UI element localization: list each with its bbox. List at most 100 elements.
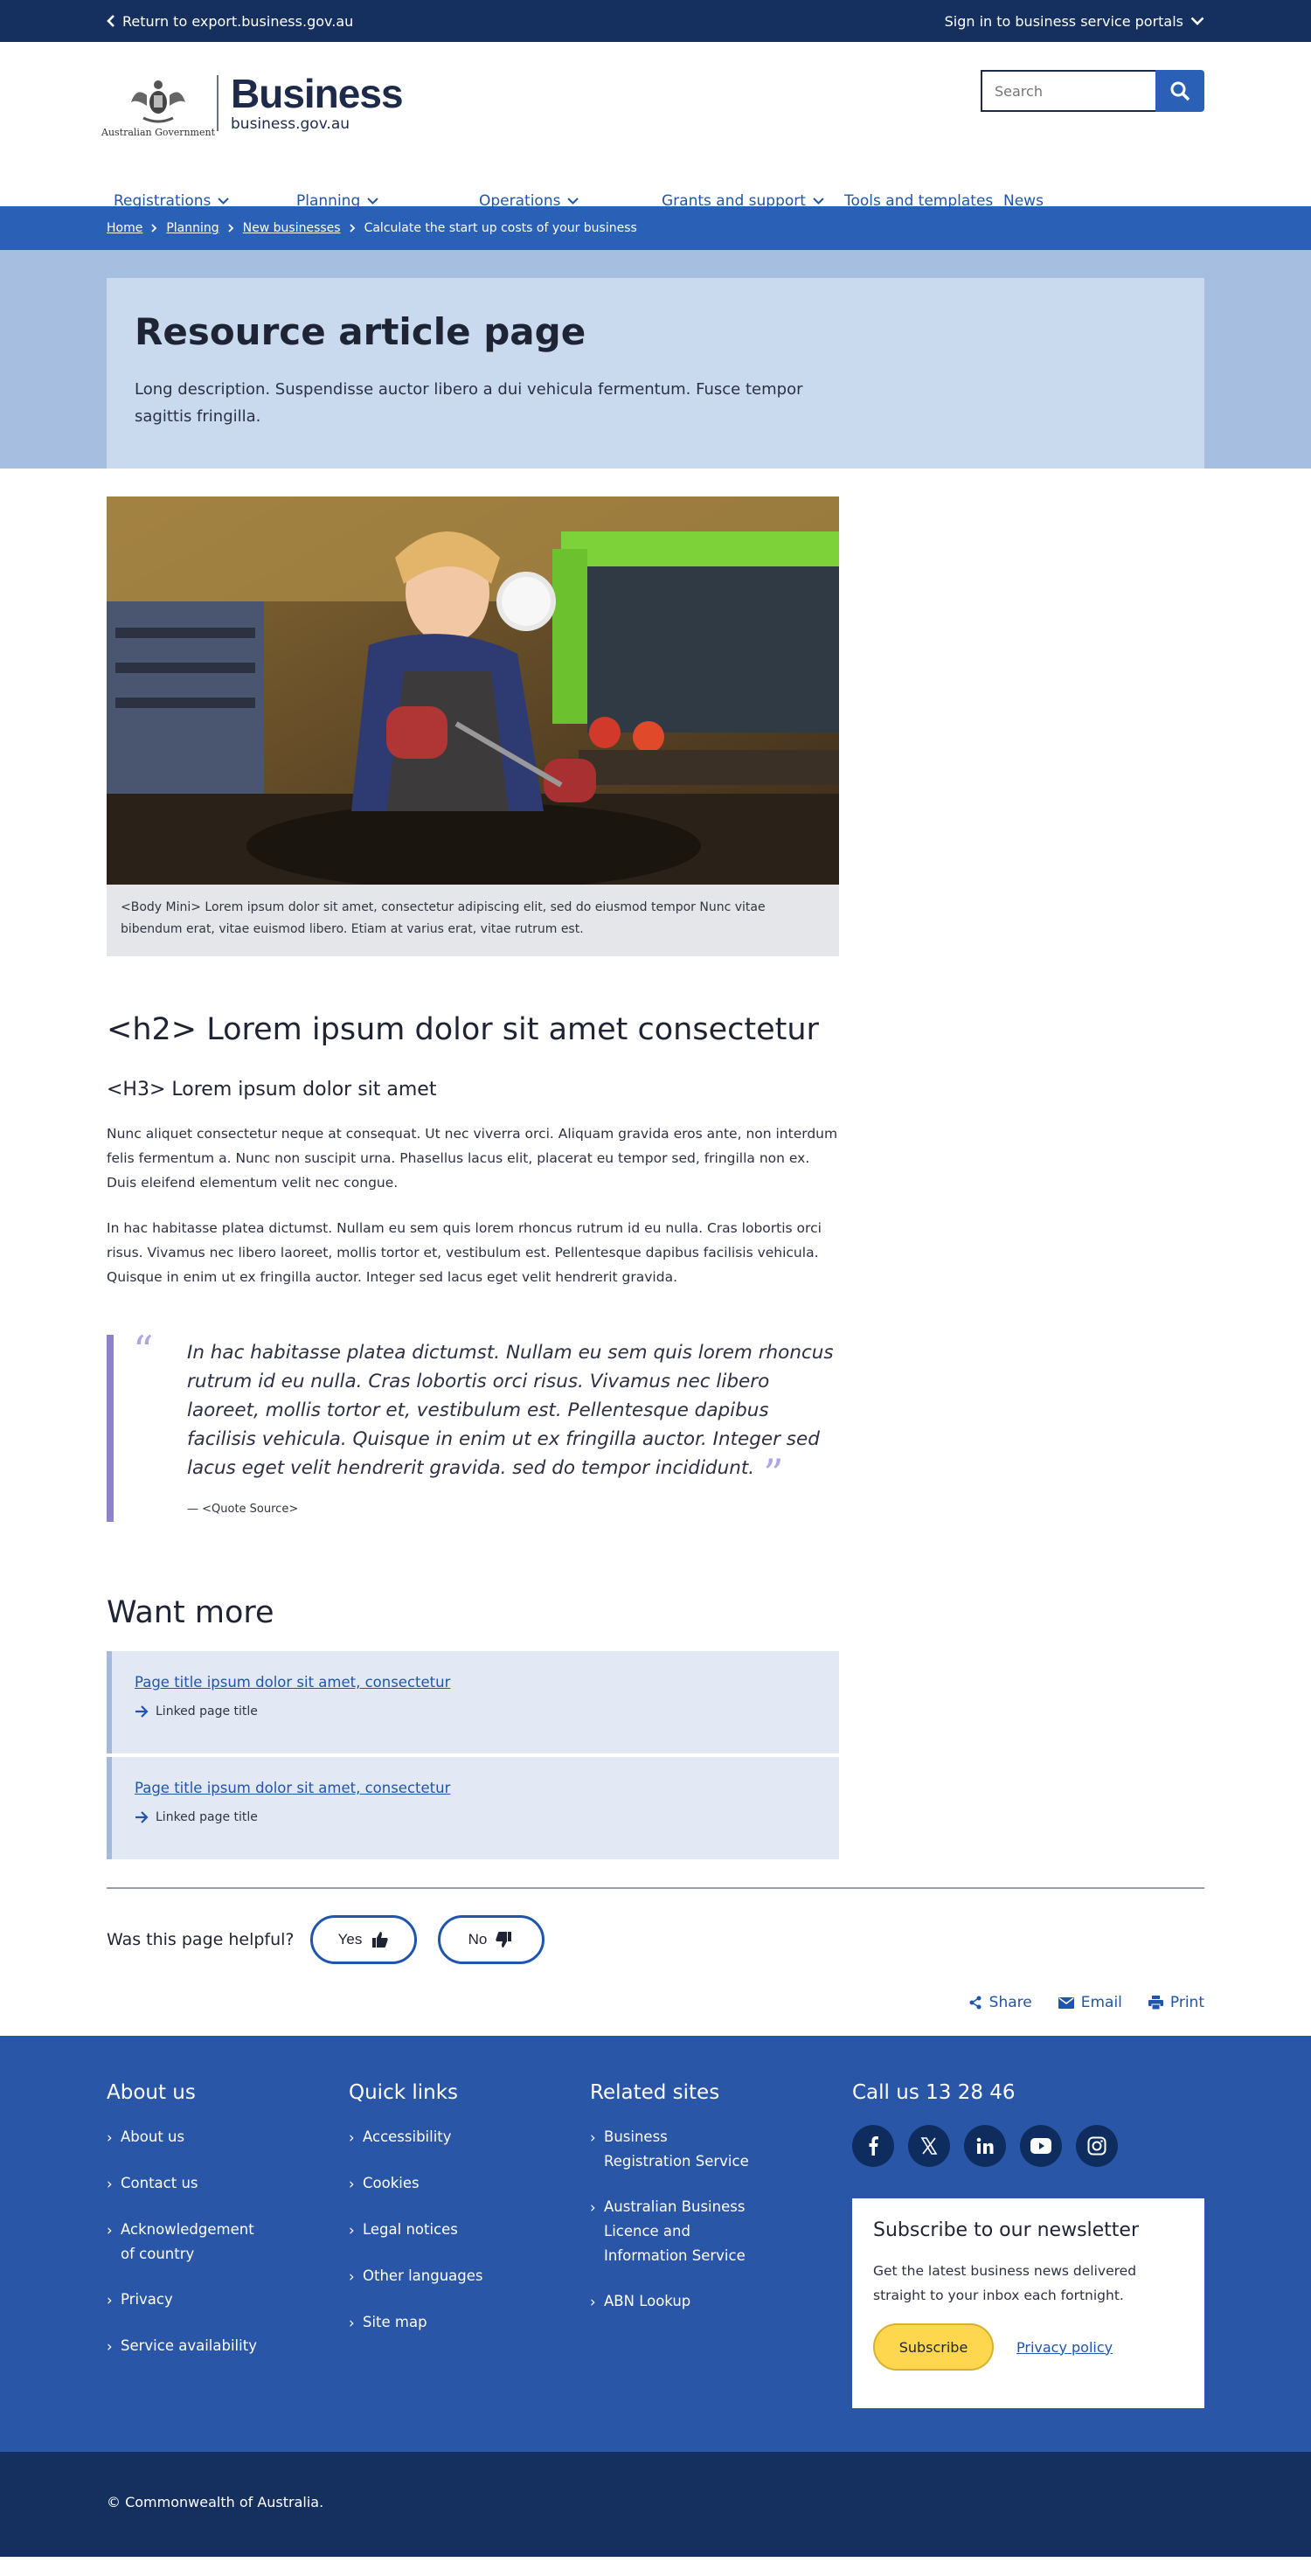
footer-contact: Call us 13 28 46	[852, 2081, 1204, 2167]
newsletter-box: Subscribe to our newsletter Get the late…	[852, 2198, 1204, 2408]
footer-link-label: Australian Business Licence and Informat…	[604, 2198, 746, 2264]
want-more-card[interactable]: Page title ipsum dolor sit amet, consect…	[107, 1757, 839, 1859]
chevron-right-icon: ›	[107, 2129, 113, 2146]
footer-heading: Related sites	[590, 2081, 720, 2104]
footer-link[interactable]: › Cookies	[349, 2171, 541, 2197]
chevron-right-icon: ›	[349, 2268, 355, 2285]
footer-link[interactable]: › Australian Business Licence and Informa…	[590, 2195, 791, 2268]
hero-box: Resource article page Long description. …	[107, 278, 1204, 469]
footer-link-label: Service availability	[121, 2337, 257, 2354]
footer-link[interactable]: › Other languages	[349, 2264, 541, 2289]
share-button[interactable]: Share	[968, 1992, 1032, 2013]
chevron-right-icon: ›	[107, 2222, 113, 2239]
hero-banner: Resource article page Long description. …	[0, 250, 1311, 469]
return-label: Return to export.business.gov.au	[122, 12, 354, 30]
footer-link[interactable]: › Service availability	[107, 2334, 281, 2359]
footer-about: About us › About us › Contact us › Acknowle…	[107, 2081, 281, 2380]
brand-name: Business	[231, 71, 404, 116]
print-icon	[1148, 1996, 1163, 2010]
blockquote: “ In hac habitasse platea dictumst. Null…	[107, 1330, 839, 1522]
article-paragraph: Nunc aliquet consectetur neque at conseq…	[107, 1126, 838, 1191]
quote-source: — <Quote Source>	[187, 1503, 299, 1516]
footer-link-label: Accessibility	[363, 2128, 452, 2145]
site-logo[interactable]: Australian Government Business business.…	[101, 68, 404, 138]
return-link[interactable]: Return to export.business.gov.au	[107, 13, 353, 30]
youtube-icon[interactable]	[1020, 2125, 1062, 2167]
subscribe-button[interactable]: Subscribe	[873, 2323, 994, 2371]
chevron-right-icon: ›	[590, 2129, 596, 2146]
newsletter-actions: Subscribe Privacy policy	[873, 2323, 1183, 2371]
newsletter-title: Subscribe to our newsletter	[873, 2219, 1140, 2241]
chevron-right-icon: ›	[107, 2176, 113, 2192]
coat-of-arms-icon	[131, 80, 185, 123]
print-label: Print	[1169, 1994, 1204, 2011]
facebook-icon[interactable]	[852, 2125, 894, 2167]
thumbs-up-icon	[372, 1932, 389, 1948]
search-input[interactable]	[981, 70, 1155, 112]
footer-link-label: Acknowledgement of country	[121, 2221, 254, 2262]
brand: Business business.gov.au	[231, 71, 404, 133]
no-button[interactable]: No	[437, 1915, 545, 1964]
want-more-title: Want more	[107, 1595, 274, 1630]
chevron-right-icon: ›	[349, 2315, 355, 2331]
breadcrumb-new-businesses[interactable]: New businesses	[243, 221, 341, 235]
footer-link[interactable]: › Legal notices	[349, 2218, 541, 2243]
chevron-down-icon	[1190, 17, 1204, 25]
page-title: Resource article page	[135, 310, 586, 353]
newsletter-description: Get the latest business news delivered s…	[873, 2263, 1137, 2303]
footer-link[interactable]: › Site map	[349, 2310, 541, 2336]
x-icon[interactable]	[908, 2125, 950, 2167]
copyright: © Commonwealth of Australia.	[107, 2494, 324, 2510]
yes-button[interactable]: Yes	[309, 1915, 417, 1964]
arrow-right-icon	[135, 1705, 149, 1718]
workshop-photo	[107, 496, 839, 885]
chevron-right-icon: ›	[349, 2176, 355, 2192]
chevron-right-icon: ›	[590, 2294, 596, 2310]
footer-link[interactable]: › ABN Lookup	[590, 2289, 791, 2315]
divider	[107, 1887, 1204, 1889]
footer-link[interactable]: › Accessibility	[349, 2125, 541, 2150]
footer-link-label: Contact us	[121, 2175, 198, 2191]
footer-link-label: Site map	[363, 2314, 427, 2330]
email-button[interactable]: Email	[1058, 1992, 1122, 2013]
breadcrumb: Home Planning New businesses Calculate t…	[0, 206, 1311, 250]
chevron-left-icon	[107, 15, 114, 27]
thumbs-down-icon	[496, 1932, 512, 1948]
card-sub: Linked page title	[135, 1810, 839, 1824]
footer-link-label: Legal notices	[363, 2221, 458, 2238]
feedback-section: Was this page helpful? Yes No Share Emai…	[107, 1887, 1204, 2013]
footer-link-label: ABN Lookup	[604, 2293, 691, 2309]
quote-close-icon: ”	[763, 1450, 784, 1497]
footer-related-sites: Related sites › Business Registration Ser…	[590, 2081, 791, 2336]
want-more-card[interactable]: Page title ipsum dolor sit amet, consect…	[107, 1651, 839, 1753]
signin-portals-link[interactable]: Sign in to business service portals	[945, 13, 1204, 30]
main-content: <Body Mini> Lorem ipsum dolor sit amet, …	[107, 496, 839, 1859]
helpful-row: Was this page helpful? Yes No	[107, 1915, 1204, 1964]
linkedin-icon[interactable]	[964, 2125, 1006, 2167]
footer-link-label: Other languages	[363, 2267, 483, 2284]
footer-link[interactable]: › Acknowledgement of country	[107, 2218, 281, 2267]
footer-link[interactable]: › Business Registration Service	[590, 2125, 791, 2174]
print-button[interactable]: Print	[1148, 1992, 1204, 2013]
chevron-down-icon	[813, 198, 824, 205]
footer-quick-links: Quick links › Accessibility › Cookies › Leg…	[349, 2081, 541, 2357]
breadcrumb-home[interactable]: Home	[107, 221, 142, 235]
search-button[interactable]	[1155, 70, 1204, 112]
privacy-policy-link[interactable]: Privacy policy	[1016, 2339, 1113, 2356]
footer-link[interactable]: › About us	[107, 2125, 281, 2150]
gov-label: Australian Government	[101, 127, 216, 138]
footer-heading: Call us 13 28 46	[852, 2081, 1016, 2104]
signin-label: Sign in to business service portals	[944, 12, 1183, 30]
top-bar: Return to export.business.gov.au Sign in…	[0, 0, 1311, 42]
article-h2: <h2> Lorem ipsum dolor sit amet consecte…	[107, 1012, 819, 1047]
instagram-icon[interactable]	[1076, 2125, 1118, 2167]
page-description: Long description. Suspendisse auctor lib…	[135, 380, 803, 426]
email-icon	[1058, 1996, 1074, 2009]
footer-link[interactable]: › Privacy	[107, 2288, 281, 2313]
chevron-right-icon: ›	[107, 2292, 113, 2309]
footer-link[interactable]: › Contact us	[107, 2171, 281, 2197]
email-label: Email	[1080, 1994, 1122, 2011]
breadcrumb-planning[interactable]: Planning	[166, 221, 218, 235]
chevron-down-icon	[367, 198, 378, 205]
chevron-right-icon	[349, 224, 355, 233]
